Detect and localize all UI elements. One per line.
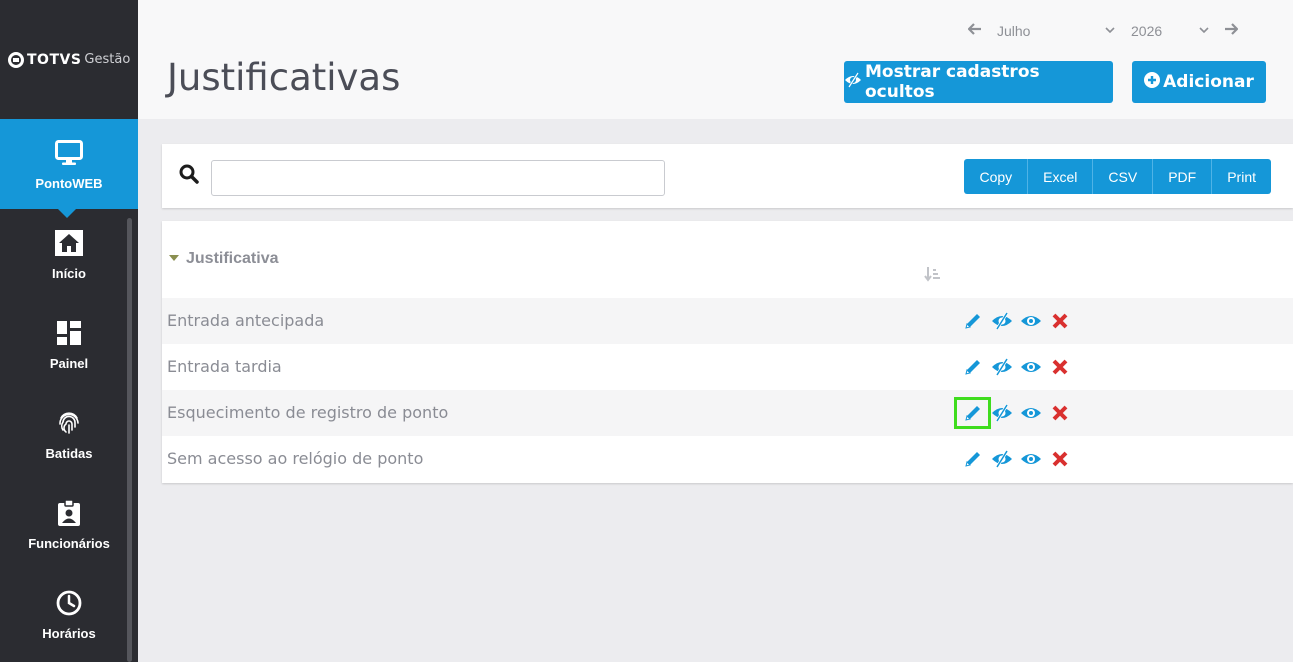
- view-eye-icon[interactable]: [1016, 355, 1045, 379]
- sidebar-item-horarios[interactable]: Horários: [0, 569, 138, 659]
- home-icon: [54, 228, 84, 258]
- copy-button[interactable]: Copy: [964, 159, 1029, 194]
- brand-product: Gestão: [84, 52, 131, 67]
- sidebar-item-label: PontoWEB: [35, 175, 103, 191]
- sidebar-item-label: Painel: [49, 355, 89, 371]
- row-justificativa: Entrada tardia: [167, 357, 282, 376]
- table-row: Sem acesso ao relógio de ponto: [162, 436, 1293, 482]
- caret-down-icon: [169, 255, 179, 261]
- pdf-button[interactable]: PDF: [1153, 159, 1213, 194]
- sidebar-item-batidas[interactable]: Batidas: [0, 389, 138, 479]
- view-eye-icon[interactable]: [1016, 401, 1045, 425]
- brand-logo: TOTVS Gestão: [0, 0, 138, 119]
- show-hidden-button[interactable]: Mostrar cadastros ocultos: [844, 61, 1113, 103]
- view-eye-icon[interactable]: [1016, 447, 1045, 471]
- year-select[interactable]: 2026: [1131, 23, 1209, 39]
- previous-period-arrow-icon[interactable]: [965, 22, 985, 40]
- column-header-justificativa[interactable]: Justificativa: [186, 250, 278, 268]
- row-actions: [954, 397, 1074, 429]
- month-select[interactable]: Julho: [997, 23, 1115, 39]
- dashboard-icon: [54, 318, 84, 348]
- hide-eye-slash-icon[interactable]: [987, 309, 1016, 333]
- search-input[interactable]: [211, 160, 665, 196]
- table-row: Entrada antecipada: [162, 298, 1293, 344]
- chevron-down-icon: [1105, 26, 1115, 37]
- edit-pencil-icon[interactable]: [954, 397, 991, 429]
- chevron-down-icon: [1199, 26, 1209, 37]
- sidebar-item-pontoweb[interactable]: PontoWEB: [0, 119, 138, 218]
- totvs-logo-icon: [8, 51, 24, 68]
- table-row: Esquecimento de registro de ponto: [162, 390, 1293, 436]
- row-actions: [958, 447, 1074, 471]
- page-title: Justificativas: [167, 56, 401, 99]
- delete-x-icon[interactable]: [1045, 401, 1074, 425]
- edit-pencil-icon[interactable]: [958, 309, 987, 333]
- hide-eye-slash-icon[interactable]: [987, 355, 1016, 379]
- print-button[interactable]: Print: [1212, 159, 1271, 194]
- sidebar-item-label: Início: [52, 265, 86, 281]
- show-hidden-label: Mostrar cadastros ocultos: [865, 62, 1040, 102]
- month-value: Julho: [997, 23, 1031, 39]
- row-actions: [958, 355, 1074, 379]
- add-label: Adicionar: [1163, 72, 1254, 92]
- excel-button[interactable]: Excel: [1028, 159, 1094, 194]
- edit-pencil-icon[interactable]: [958, 355, 987, 379]
- sidebar-item-label: Horários: [42, 625, 96, 641]
- fingerprint-icon: [54, 408, 84, 438]
- sidebar-item-inicio[interactable]: Início: [0, 209, 138, 299]
- row-justificativa: Sem acesso ao relógio de ponto: [167, 449, 424, 468]
- add-button[interactable]: Adicionar: [1132, 61, 1266, 103]
- table-toolbar: Copy Excel CSV PDF Print: [162, 144, 1293, 208]
- delete-x-icon[interactable]: [1045, 309, 1074, 333]
- sidebar-item-label: Funcionários: [28, 535, 110, 551]
- csv-button[interactable]: CSV: [1093, 159, 1154, 194]
- page-header: Justificativas Julho 2026 Mostrar cadast…: [138, 0, 1293, 119]
- clock-icon: [54, 588, 84, 618]
- period-selector: Julho 2026: [965, 22, 1241, 40]
- eye-slash-icon: [844, 72, 862, 92]
- edit-pencil-icon[interactable]: [958, 447, 987, 471]
- sidebar-item-label: Batidas: [45, 445, 93, 461]
- table-row: Entrada tardia: [162, 344, 1293, 390]
- hide-eye-slash-icon[interactable]: [987, 447, 1016, 471]
- plus-circle-icon: [1144, 72, 1161, 92]
- delete-x-icon[interactable]: [1045, 355, 1074, 379]
- table-header[interactable]: Justificativa: [162, 221, 1293, 298]
- sidebar: TOTVS Gestão PontoWEB Início Painel Bati…: [0, 0, 138, 662]
- row-justificativa: Entrada antecipada: [167, 311, 325, 330]
- monitor-icon: [54, 138, 84, 168]
- hide-eye-slash-icon[interactable]: [987, 401, 1016, 425]
- id-badge-icon: [54, 498, 84, 528]
- view-eye-icon[interactable]: [1016, 309, 1045, 333]
- next-period-arrow-icon[interactable]: [1221, 22, 1241, 40]
- brand-name: TOTVS: [27, 51, 82, 68]
- sort-icon[interactable]: [924, 266, 940, 287]
- sidebar-item-funcionarios[interactable]: Funcionários: [0, 479, 138, 569]
- row-actions: [958, 309, 1074, 333]
- justificativas-table: Justificativa Entrada antecipada Entrada…: [162, 221, 1293, 483]
- sidebar-item-painel[interactable]: Painel: [0, 299, 138, 389]
- search-icon: [179, 164, 199, 189]
- export-buttons: Copy Excel CSV PDF Print: [964, 159, 1271, 194]
- delete-x-icon[interactable]: [1045, 447, 1074, 471]
- year-value: 2026: [1131, 23, 1163, 39]
- sidebar-scrollbar[interactable]: [127, 218, 132, 662]
- row-justificativa: Esquecimento de registro de ponto: [167, 403, 449, 422]
